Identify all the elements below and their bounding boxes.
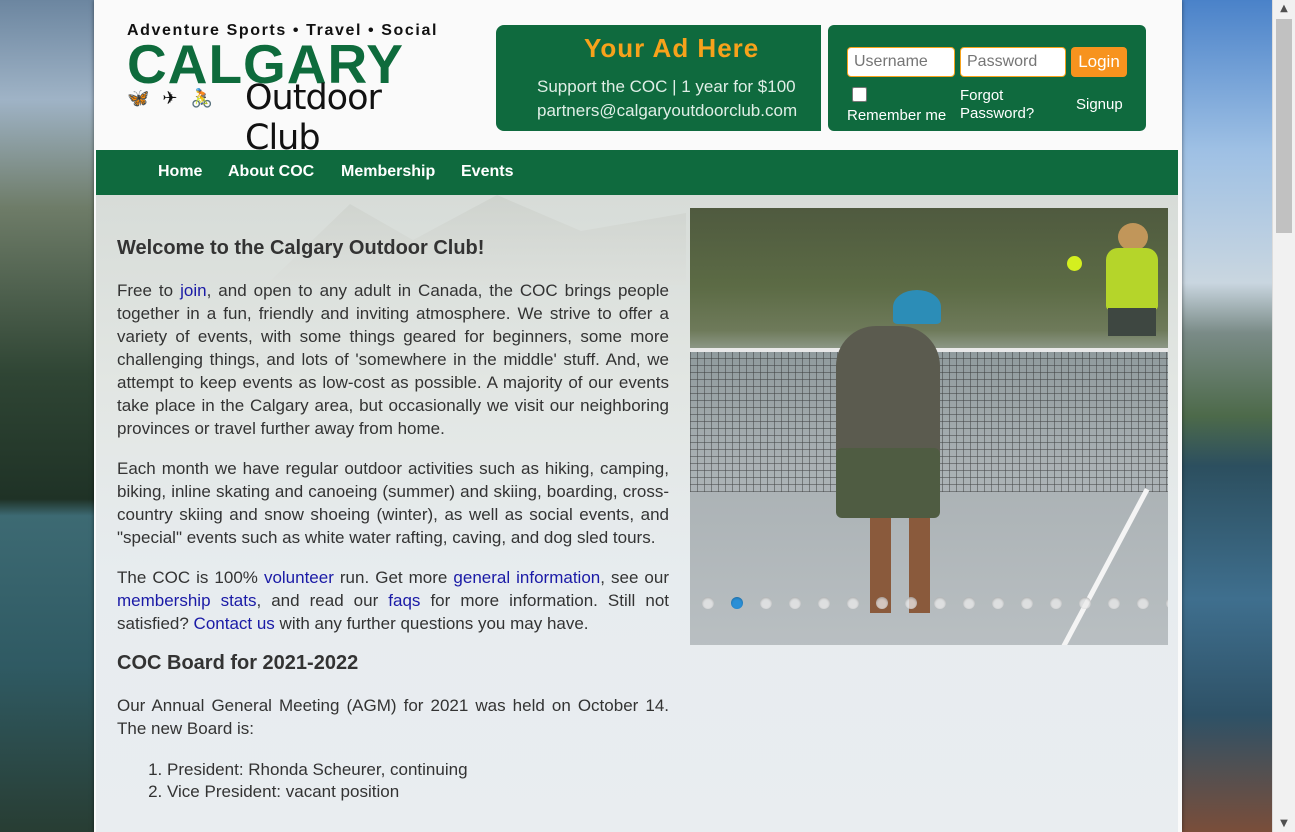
ad-email: partners@calgaryoutdoorclub.com bbox=[537, 101, 798, 120]
background-landscape-left bbox=[0, 0, 94, 832]
nav-home[interactable]: Home bbox=[158, 163, 202, 181]
info-text-1: The COC is 100% bbox=[117, 568, 264, 587]
page-scrollbar[interactable]: ▲ ▼ bbox=[1272, 0, 1295, 832]
nav-about[interactable]: About COC bbox=[228, 163, 314, 181]
slider-dot[interactable] bbox=[731, 597, 743, 609]
slide-photo-ball bbox=[1067, 256, 1082, 271]
info-paragraph: The COC is 100% volunteer run. Get more … bbox=[117, 566, 669, 635]
board-list-item: Vice President: vacant position bbox=[167, 781, 669, 803]
slider-dot[interactable] bbox=[963, 597, 975, 609]
nav-events[interactable]: Events bbox=[461, 163, 513, 181]
nav-membership[interactable]: Membership bbox=[341, 163, 435, 181]
slider-dot[interactable] bbox=[905, 597, 917, 609]
general-info-link[interactable]: general information bbox=[453, 568, 600, 587]
slider-pagination bbox=[702, 596, 1168, 610]
welcome-heading: Welcome to the Calgary Outdoor Club! bbox=[117, 237, 485, 259]
intro-text-rest: , and open to any adult in Canada, the C… bbox=[117, 281, 669, 438]
photo-slider[interactable] bbox=[690, 208, 1168, 645]
ad-title: Your Ad Here bbox=[584, 33, 760, 63]
ad-banner[interactable]: Your Ad Here Support the COC | 1 year fo… bbox=[496, 25, 821, 131]
info-text-4: , and read our bbox=[256, 591, 389, 610]
board-list: President: Rhonda Scheurer, continuing V… bbox=[117, 759, 669, 803]
content-area: Welcome to the Calgary Outdoor Club! Fre… bbox=[96, 195, 1178, 832]
slider-dot[interactable] bbox=[1079, 597, 1091, 609]
slider-dot[interactable] bbox=[876, 597, 888, 609]
slider-dot[interactable] bbox=[1050, 597, 1062, 609]
slide-photo-player-near-shorts bbox=[836, 448, 940, 518]
board-heading: COC Board for 2021-2022 bbox=[117, 652, 359, 674]
password-input[interactable] bbox=[960, 47, 1066, 77]
intro-paragraph: Free to join, and open to any adult in C… bbox=[117, 279, 669, 440]
intro-text-start: Free to bbox=[117, 281, 181, 300]
slider-dot[interactable] bbox=[702, 597, 714, 609]
site-logo[interactable]: Adventure Sports • Travel • Social CALGA… bbox=[127, 22, 461, 158]
scroll-up-arrow-icon[interactable]: ▲ bbox=[1273, 0, 1295, 17]
slider-dot[interactable] bbox=[789, 597, 801, 609]
logo-subtitle: Outdoor Club bbox=[245, 78, 382, 158]
slide-photo-player-far-head bbox=[1118, 223, 1148, 251]
slide-photo-player-far-shorts bbox=[1108, 308, 1156, 336]
membership-stats-link[interactable]: membership stats bbox=[117, 591, 256, 610]
remember-me-label: Remember me bbox=[847, 107, 947, 124]
login-panel: Login Remember me Forgot Password? Signu… bbox=[828, 25, 1146, 131]
slider-dot[interactable] bbox=[1021, 597, 1033, 609]
background-landscape-right bbox=[1182, 0, 1273, 832]
slide-photo-player-far bbox=[1106, 248, 1158, 310]
slider-dot[interactable] bbox=[1166, 597, 1168, 609]
slide-photo-player-near-cap bbox=[893, 290, 941, 324]
main-nav: Home About COC Membership Events bbox=[96, 150, 1178, 195]
info-text-2: run. Get more bbox=[333, 568, 454, 587]
slider-dot[interactable] bbox=[1108, 597, 1120, 609]
logo-activity-icons: 🦋 ✈ 🚴 bbox=[127, 88, 217, 108]
slider-dot[interactable] bbox=[818, 597, 830, 609]
info-text-6: with any further questions you may have. bbox=[274, 614, 589, 633]
slider-dot[interactable] bbox=[992, 597, 1004, 609]
scroll-down-arrow-icon[interactable]: ▼ bbox=[1273, 815, 1295, 832]
contact-link[interactable]: Contact us bbox=[194, 614, 275, 633]
slider-dot[interactable] bbox=[847, 597, 859, 609]
activities-paragraph: Each month we have regular outdoor activ… bbox=[117, 459, 669, 547]
username-input[interactable] bbox=[847, 47, 955, 77]
forgot-password-link[interactable]: Forgot Password? bbox=[960, 87, 1050, 123]
remember-me-checkbox[interactable] bbox=[852, 87, 867, 102]
slider-dot[interactable] bbox=[934, 597, 946, 609]
info-text-3: , see our bbox=[600, 568, 670, 587]
faqs-link[interactable]: faqs bbox=[388, 591, 420, 610]
main-column: Welcome to the Calgary Outdoor Club! Fre… bbox=[117, 237, 669, 803]
login-button[interactable]: Login bbox=[1071, 47, 1127, 77]
scroll-thumb[interactable] bbox=[1276, 19, 1292, 233]
slider-dot[interactable] bbox=[760, 597, 772, 609]
volunteer-link[interactable]: volunteer bbox=[264, 568, 334, 587]
slider-dot[interactable] bbox=[1137, 597, 1149, 609]
agm-paragraph: Our Annual General Meeting (AGM) for 202… bbox=[117, 696, 669, 738]
page-container: Adventure Sports • Travel • Social CALGA… bbox=[94, 0, 1182, 832]
signup-link[interactable]: Signup bbox=[1076, 96, 1123, 113]
join-link[interactable]: join bbox=[180, 281, 206, 300]
board-list-item: President: Rhonda Scheurer, continuing bbox=[167, 759, 669, 781]
ad-support-text: Support the COC | 1 year for $100 bbox=[537, 77, 796, 96]
